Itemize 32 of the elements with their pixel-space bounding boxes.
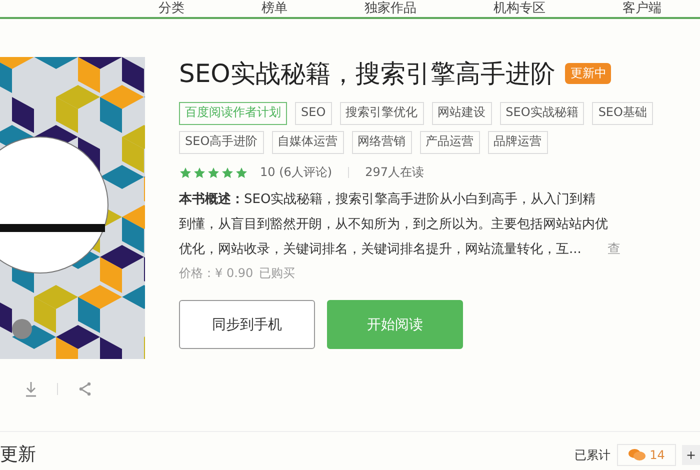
tag[interactable]: 网络营销 — [352, 131, 412, 154]
tag[interactable]: 搜索引擎优化 — [340, 102, 424, 125]
nav-link[interactable]: 独家作品 — [364, 1, 416, 17]
book-title: SEO实战秘籍，搜索引擎高手进阶 — [179, 58, 556, 90]
status-badge: 更新中 — [565, 63, 612, 84]
tag[interactable]: 网站建设 — [432, 102, 492, 125]
nav-link[interactable]: 榜单 — [262, 1, 288, 17]
total-label: 已累计 — [574, 446, 611, 464]
tag[interactable]: SEO实战秘籍 — [500, 102, 584, 125]
tag[interactable]: SEO高手进阶 — [179, 131, 264, 154]
rating-score: 10 (6人评论) — [260, 164, 332, 181]
share-icon[interactable] — [78, 382, 92, 396]
add-button[interactable]: + — [682, 445, 700, 465]
reader-count: 297人在读 — [365, 164, 424, 181]
tag[interactable]: 自媒体运营 — [272, 131, 344, 154]
tag[interactable]: SEO基础 — [592, 102, 653, 125]
summary-text: SEO实战秘籍，搜索引擎高手进阶从小白到高手，从入门到精 — [244, 191, 596, 209]
tag[interactable]: SEO — [295, 102, 332, 125]
price-label: 价格：¥ 0.90 — [179, 265, 254, 282]
download-icon[interactable] — [25, 381, 37, 397]
summary-label: 本书概述： — [179, 191, 244, 209]
nav-link[interactable]: 机构专区 — [494, 1, 546, 17]
summary-text: 优化，网站收录，关键词排名，关键词排名提升，网站流量转化，互... — [179, 241, 582, 259]
tag[interactable]: 品牌运营 — [488, 131, 548, 154]
summary-text: 到懂，从盲目到豁然开朗，从不知所为，到之所以为。主要包括网站站内优 — [179, 216, 608, 234]
purchased-label: 已购买 — [259, 265, 296, 282]
section-title: 更新 — [0, 443, 36, 466]
nav-link[interactable]: 分类 — [158, 1, 184, 17]
nav-link[interactable]: 客户端 — [622, 1, 662, 17]
sync-button[interactable]: 同步到手机 — [179, 300, 315, 349]
tag[interactable]: 产品运营 — [420, 131, 480, 154]
speech-bubbles-icon — [628, 448, 646, 462]
